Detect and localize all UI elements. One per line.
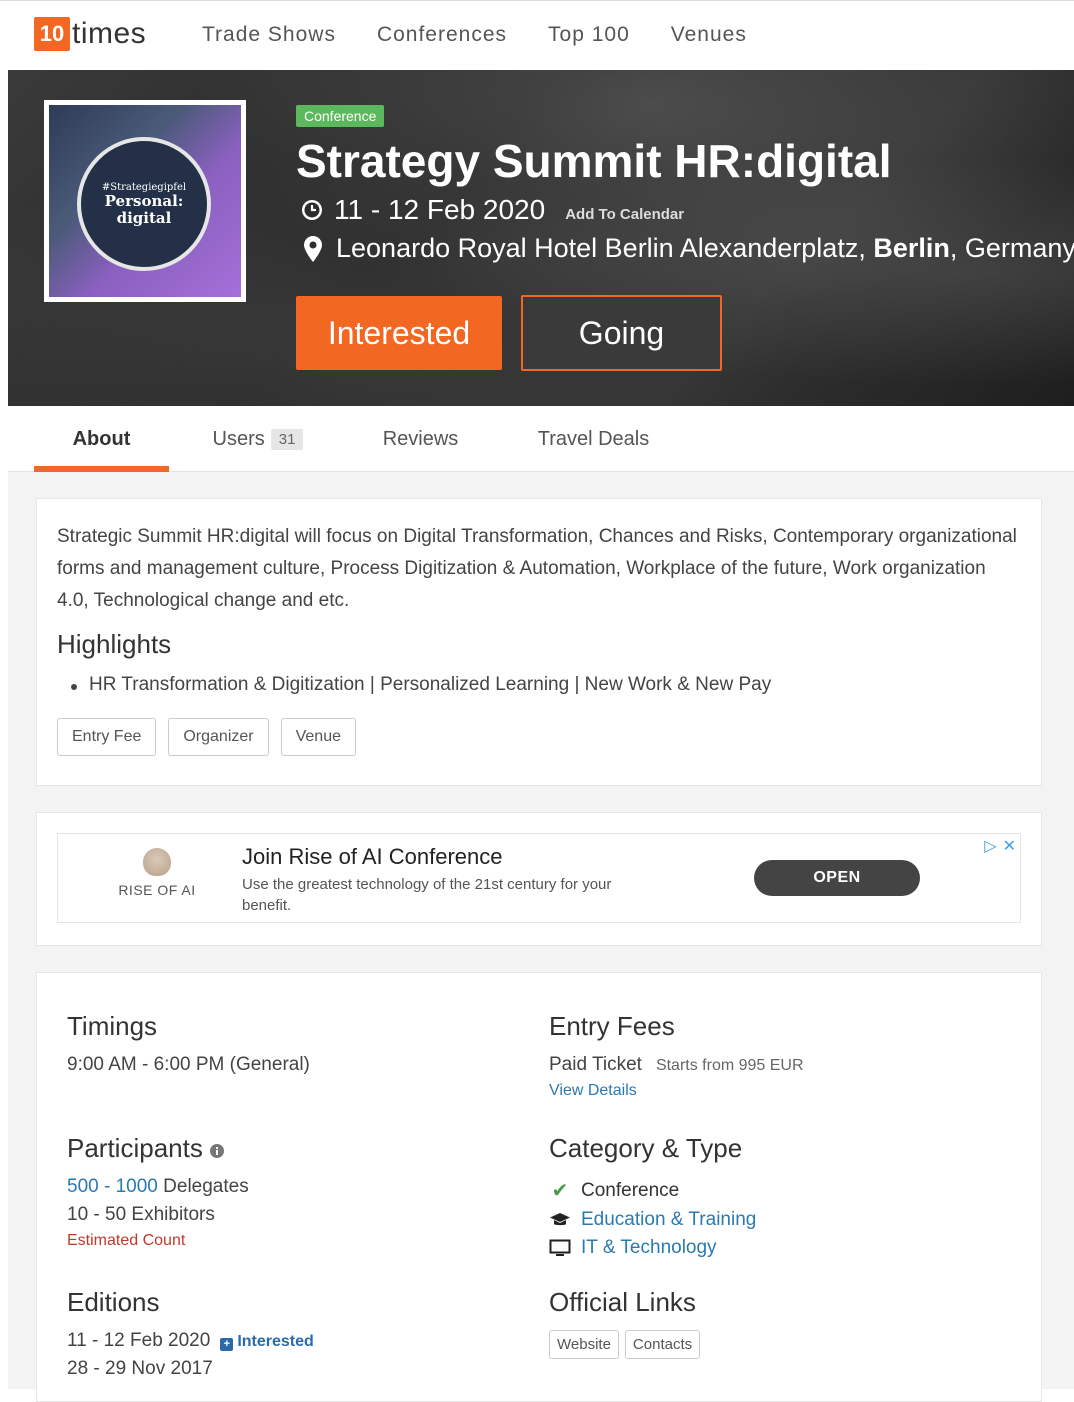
- event-tabs: About Users 31 Reviews Travel Deals: [8, 406, 1074, 472]
- entry-fees-heading: Entry Fees: [549, 1011, 675, 1041]
- entry-fee-button[interactable]: Entry Fee: [57, 718, 157, 756]
- 10times-logo[interactable]: 10 times: [34, 17, 146, 51]
- nav-trade-shows[interactable]: Trade Shows: [202, 23, 336, 47]
- going-button[interactable]: Going: [521, 295, 722, 371]
- ad-open-button[interactable]: OPEN: [754, 860, 920, 896]
- about-card: Strategic Summit HR:digital will focus o…: [36, 498, 1042, 786]
- entry-fees-section: Entry Fees Paid Ticket Starts from 995 EU…: [549, 1011, 804, 1100]
- nav-conferences[interactable]: Conferences: [377, 23, 507, 47]
- event-info-card: Timings 9:00 AM - 6:00 PM (General) Part…: [36, 972, 1042, 1402]
- close-icon[interactable]: ✕: [1003, 836, 1016, 856]
- delegates-high-link[interactable]: 1000: [116, 1176, 158, 1197]
- editions-section: Editions 11 - 12 Feb 2020 + Interested 28 …: [67, 1287, 314, 1380]
- monitor-icon: [549, 1239, 571, 1256]
- nav-top-100[interactable]: Top 100: [548, 23, 630, 47]
- category-section: Category & Type ✔ Conference Education &…: [549, 1133, 756, 1259]
- venue-button[interactable]: Venue: [280, 718, 356, 756]
- tab-users[interactable]: Users 31: [198, 406, 318, 472]
- event-title: Strategy Summit HR:digital: [296, 135, 892, 187]
- event-country[interactable]: , Germany: [950, 233, 1074, 263]
- highlights-heading: Highlights: [57, 629, 172, 659]
- logo-word: times: [72, 17, 147, 50]
- event-hero-banner: #Strategiegipfel Personal: digital Confe…: [8, 70, 1074, 406]
- graduation-cap-icon: [550, 1213, 570, 1226]
- event-city[interactable]: Berlin: [873, 233, 950, 263]
- event-venue-row: Leonardo Royal Hotel Berlin Alexanderpla…: [304, 233, 1074, 264]
- official-links-section: Official Links Website Contacts: [549, 1287, 701, 1359]
- add-to-calendar-link[interactable]: Add To Calendar: [565, 206, 684, 223]
- event-type-badge: Conference: [296, 105, 385, 127]
- ad-banner[interactable]: RISE OF AI Join Rise of AI Conference Us…: [57, 833, 1021, 923]
- map-pin-icon: [304, 235, 322, 262]
- official-links-heading: Official Links: [549, 1287, 696, 1317]
- category-item[interactable]: Education & Training: [549, 1209, 756, 1231]
- ad-card: RISE OF AI Join Rise of AI Conference Us…: [36, 812, 1042, 946]
- users-count-badge: 31: [270, 428, 304, 450]
- interested-button[interactable]: Interested: [296, 296, 502, 370]
- event-poster-image: #Strategiegipfel Personal: digital: [44, 100, 246, 302]
- highlight-item: HR Transformation & Digitization | Perso…: [57, 674, 1021, 696]
- clock-icon: [302, 200, 322, 220]
- ticket-type: Paid Ticket: [549, 1054, 642, 1075]
- delegates-count: 500 - 1000 Delegates: [67, 1176, 249, 1197]
- event-description: Strategic Summit HR:digital will focus o…: [57, 526, 1017, 611]
- delegates-low-link[interactable]: 500: [67, 1176, 99, 1197]
- website-button[interactable]: Website: [549, 1330, 619, 1359]
- nav-venues[interactable]: Venues: [671, 23, 747, 47]
- participants-heading: Participants: [67, 1133, 203, 1163]
- main-content: Strategic Summit HR:digital will focus o…: [8, 472, 1074, 1402]
- timings-value: 9:00 AM - 6:00 PM (General): [67, 1054, 310, 1075]
- tab-reviews[interactable]: Reviews: [368, 406, 473, 472]
- check-icon: ✔: [551, 1180, 569, 1202]
- adchoices-icon[interactable]: ▷: [984, 836, 996, 856]
- participants-section: Participants 500 - 1000 Delegates 10 - 5…: [67, 1133, 249, 1250]
- top-navbar: 10 times Trade Shows Conferences Top 100…: [0, 0, 1074, 70]
- organizer-button[interactable]: Organizer: [168, 718, 269, 756]
- category-heading: Category & Type: [549, 1133, 743, 1163]
- category-item[interactable]: IT & Technology: [549, 1237, 756, 1259]
- rise-of-ai-logo-icon: [143, 848, 171, 876]
- edition-interested-link[interactable]: + Interested: [220, 1333, 314, 1351]
- estimated-count-note: Estimated Count: [67, 1232, 186, 1249]
- info-icon[interactable]: [209, 1143, 225, 1159]
- contacts-button[interactable]: Contacts: [624, 1330, 701, 1359]
- event-date: 11 - 12 Feb 2020: [334, 194, 546, 225]
- category-item: ✔ Conference: [549, 1178, 756, 1203]
- event-venue[interactable]: Leonardo Royal Hotel Berlin Alexanderpla…: [336, 233, 866, 263]
- ad-title[interactable]: Join Rise of AI Conference: [242, 844, 502, 870]
- about-quick-links: Entry Fee Organizer Venue: [57, 718, 1021, 756]
- logo-number: 10: [34, 17, 70, 51]
- edition-item: 11 - 12 Feb 2020 + Interested: [67, 1330, 314, 1351]
- plus-icon: +: [220, 1338, 234, 1351]
- main-nav: Trade Shows Conferences Top 100 Venues: [202, 23, 747, 47]
- timings-heading: Timings: [67, 1011, 158, 1041]
- event-date-row: 11 - 12 Feb 2020 Add To Calendar: [300, 194, 684, 226]
- ad-logo: RISE OF AI: [112, 848, 202, 898]
- edition-item[interactable]: 28 - 29 Nov 2017: [67, 1358, 314, 1380]
- tab-travel-deals[interactable]: Travel Deals: [526, 406, 661, 472]
- ad-subtitle: Use the greatest technology of the 21st …: [242, 876, 612, 914]
- poster-badge: #Strategiegipfel Personal: digital: [77, 137, 211, 271]
- timings-section: Timings 9:00 AM - 6:00 PM (General): [67, 1011, 310, 1076]
- tab-about[interactable]: About: [34, 406, 169, 472]
- exhibitors-count: 10 - 50 Exhibitors: [67, 1204, 215, 1225]
- editions-heading: Editions: [67, 1287, 160, 1317]
- ticket-price: Starts from 995 EUR: [655, 1057, 804, 1074]
- view-details-link[interactable]: View Details: [549, 1082, 804, 1100]
